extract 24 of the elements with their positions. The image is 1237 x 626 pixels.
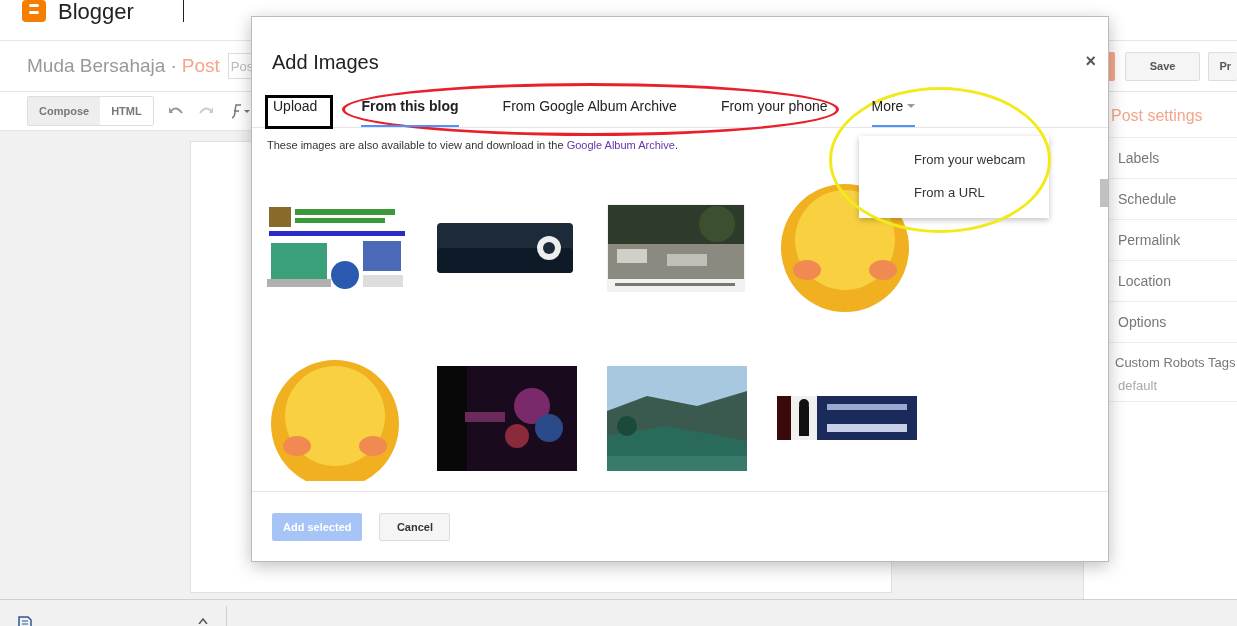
mode-tab[interactable]: Compose [28,97,101,125]
tab[interactable]: From your phone [720,89,828,127]
blog-name: Muda Bersahaja [27,55,166,77]
toolbar-button[interactable]: Save [1124,51,1201,81]
dialog-title: Add Images [272,50,379,74]
separator-dot: · [170,55,177,77]
tab[interactable]: From Google Album Archive [502,89,677,127]
app-name: Blogger [58,0,134,24]
tab[interactable]: Upload [273,89,318,127]
document-icon [18,616,32,626]
highlight-frame [265,95,333,129]
close-button[interactable]: × [1085,51,1096,72]
caret-icon [907,104,916,108]
dialog-button[interactable]: Cancel [379,512,451,541]
post-label: Post [181,55,220,77]
menu-item[interactable]: From a URL [859,177,1049,210]
tab[interactable]: From this blog [361,89,459,127]
caret-icon[interactable] [198,618,208,624]
toolbar-button[interactable]: Pr [1208,51,1237,81]
info-text: These images are also available to view and download in the Google Album Archive. [267,139,679,151]
menu-item[interactable]: From your webcam [859,144,1049,177]
album-archive-link[interactable]: Google Album Archive [566,139,675,151]
scrollbar-thumb[interactable] [1100,179,1108,207]
more-tab[interactable]: More [871,89,916,127]
